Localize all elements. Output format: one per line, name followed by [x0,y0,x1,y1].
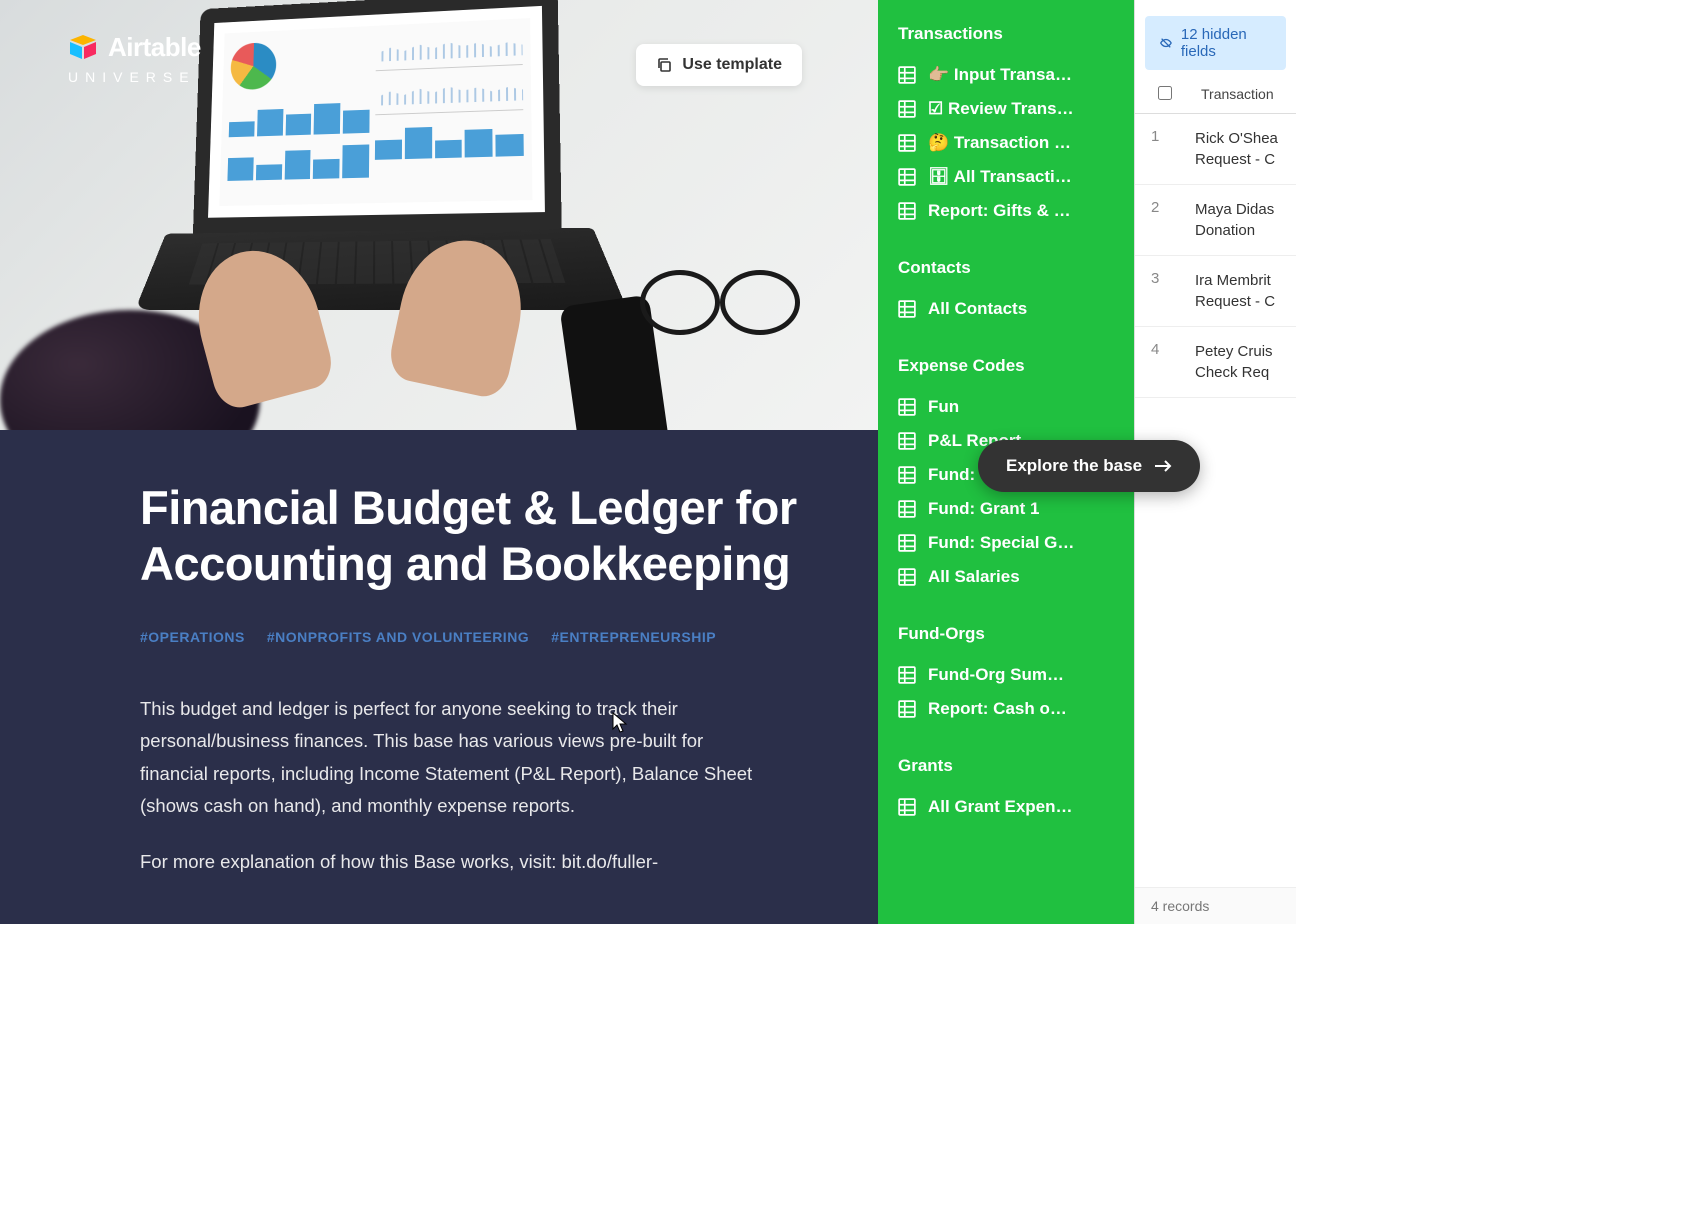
row-text: Maya Didas Donation [1195,185,1296,255]
row-number: 2 [1135,185,1195,255]
row-text: Ira Membrit Request - C [1195,256,1296,326]
tag-entrepreneurship[interactable]: #ENTREPRENEURSHIP [551,629,716,645]
hidden-fields-button[interactable]: 12 hidden fields [1145,16,1286,70]
sidebar-item[interactable]: Report: Gifts & … [896,194,1116,228]
sidebar-item[interactable]: Fund-Org Sum… [896,658,1116,692]
sidebar-item-label: 👉🏼 Input Transa… [928,65,1072,85]
sidebar-item-label: Report: Gifts & … [928,201,1071,221]
description: This budget and ledger is perfect for an… [140,693,760,879]
table-row[interactable]: 2Maya Didas Donation [1135,185,1296,256]
sidebar-item-label: All Contacts [928,299,1027,319]
sidebar-item[interactable]: Report: Cash o… [896,692,1116,726]
explore-base-button[interactable]: Explore the base [978,440,1200,492]
sidebar-item-label: Report: Cash o… [928,699,1067,719]
sidebar-item-label: ☑ Review Trans… [928,99,1074,119]
use-template-button[interactable]: Use template [636,44,802,86]
row-text: Rick O'Shea Request - C [1195,114,1296,184]
select-all-checkbox[interactable] [1135,76,1195,113]
sidebar-section: Contacts All Contacts [896,258,1116,326]
tag-list: #OPERATIONS #NONPROFITS AND VOLUNTEERING… [140,629,810,645]
sidebar-heading: Expense Codes [898,356,1116,376]
logo[interactable]: Airtable UNIVERSE [68,32,201,85]
hero-image: Airtable UNIVERSE Use template [0,0,878,430]
right-panel: Transactions 👉🏼 Input Transa… ☑ Review Tra… [878,0,1296,924]
row-number: 3 [1135,256,1195,326]
arrow-right-icon [1154,460,1172,472]
tag-operations[interactable]: #OPERATIONS [140,629,245,645]
description-p2: For more explanation of how this Base wo… [140,846,760,878]
table-row[interactable]: 3Ira Membrit Request - C [1135,256,1296,327]
sidebar-item[interactable]: Fund: Grant 1 [896,492,1116,526]
sidebar-item-label: Fund: Special G… [928,533,1074,553]
copy-icon [656,57,672,73]
tag-nonprofits[interactable]: #NONPROFITS AND VOLUNTEERING [267,629,529,645]
sidebar-item[interactable]: 🗄 All Transacti… [896,160,1116,194]
sidebar-item[interactable]: 👉🏼 Input Transa… [896,58,1116,92]
page-title: Financial Budget & Ledger for Accounting… [140,480,810,593]
eye-off-icon [1159,35,1173,51]
sidebar-item-label: 🤔 Transaction … [928,133,1071,153]
column-header-transaction[interactable]: Transaction [1195,76,1296,113]
sidebar-item-label: 🗄 All Transacti… [928,167,1072,187]
sidebar-item[interactable]: ☑ Review Trans… [896,92,1116,126]
row-number: 1 [1135,114,1195,184]
table-row[interactable]: 1Rick O'Shea Request - C [1135,114,1296,185]
sidebar-heading: Grants [898,756,1116,776]
sidebar-item-label: All Salaries [928,567,1020,587]
row-text: Petey Cruis Check Req [1195,327,1296,397]
content-area: Financial Budget & Ledger for Accounting… [0,430,878,924]
sidebar-section: Transactions 👉🏼 Input Transa… ☑ Review Tra… [896,24,1116,228]
description-p1: This budget and ledger is perfect for an… [140,693,760,823]
logo-brand-text: Airtable [108,32,201,63]
sidebar-heading: Transactions [898,24,1116,44]
explore-base-label: Explore the base [1006,456,1142,476]
logo-sub-text: UNIVERSE [68,69,201,85]
sidebar-item[interactable]: Fund: Special G… [896,526,1116,560]
row-number: 4 [1135,327,1195,397]
hidden-fields-label: 12 hidden fields [1181,26,1272,60]
sidebar-section: Grants All Grant Expen… [896,756,1116,824]
sidebar-item-label: Fun [928,397,959,417]
sidebar-item[interactable]: All Grant Expen… [896,790,1116,824]
left-panel: Airtable UNIVERSE Use template [0,0,878,924]
sidebar-heading: Fund-Orgs [898,624,1116,644]
table-row[interactable]: 4Petey Cruis Check Req [1135,327,1296,398]
sidebar-item[interactable]: 🤔 Transaction … [896,126,1116,160]
sidebar-item[interactable]: All Contacts [896,292,1116,326]
airtable-logo-icon [68,35,98,61]
sidebar-item-label: All Grant Expen… [928,797,1073,817]
sidebar-item[interactable]: Fun [896,390,1116,424]
sidebar-item-label: Fund: Grant 1 [928,499,1039,519]
sidebar-item[interactable]: All Salaries [896,560,1116,594]
table-footer: 4 records [1135,887,1296,924]
table-body: 1Rick O'Shea Request - C2Maya Didas Dona… [1135,114,1296,887]
use-template-label: Use template [682,56,782,74]
sidebar-section: Fund-Orgs Fund-Org Sum… Report: Cash o… [896,624,1116,726]
table-header: Transaction [1135,76,1296,114]
sidebar-item-label: Fund-Org Sum… [928,665,1064,685]
sidebar-heading: Contacts [898,258,1116,278]
